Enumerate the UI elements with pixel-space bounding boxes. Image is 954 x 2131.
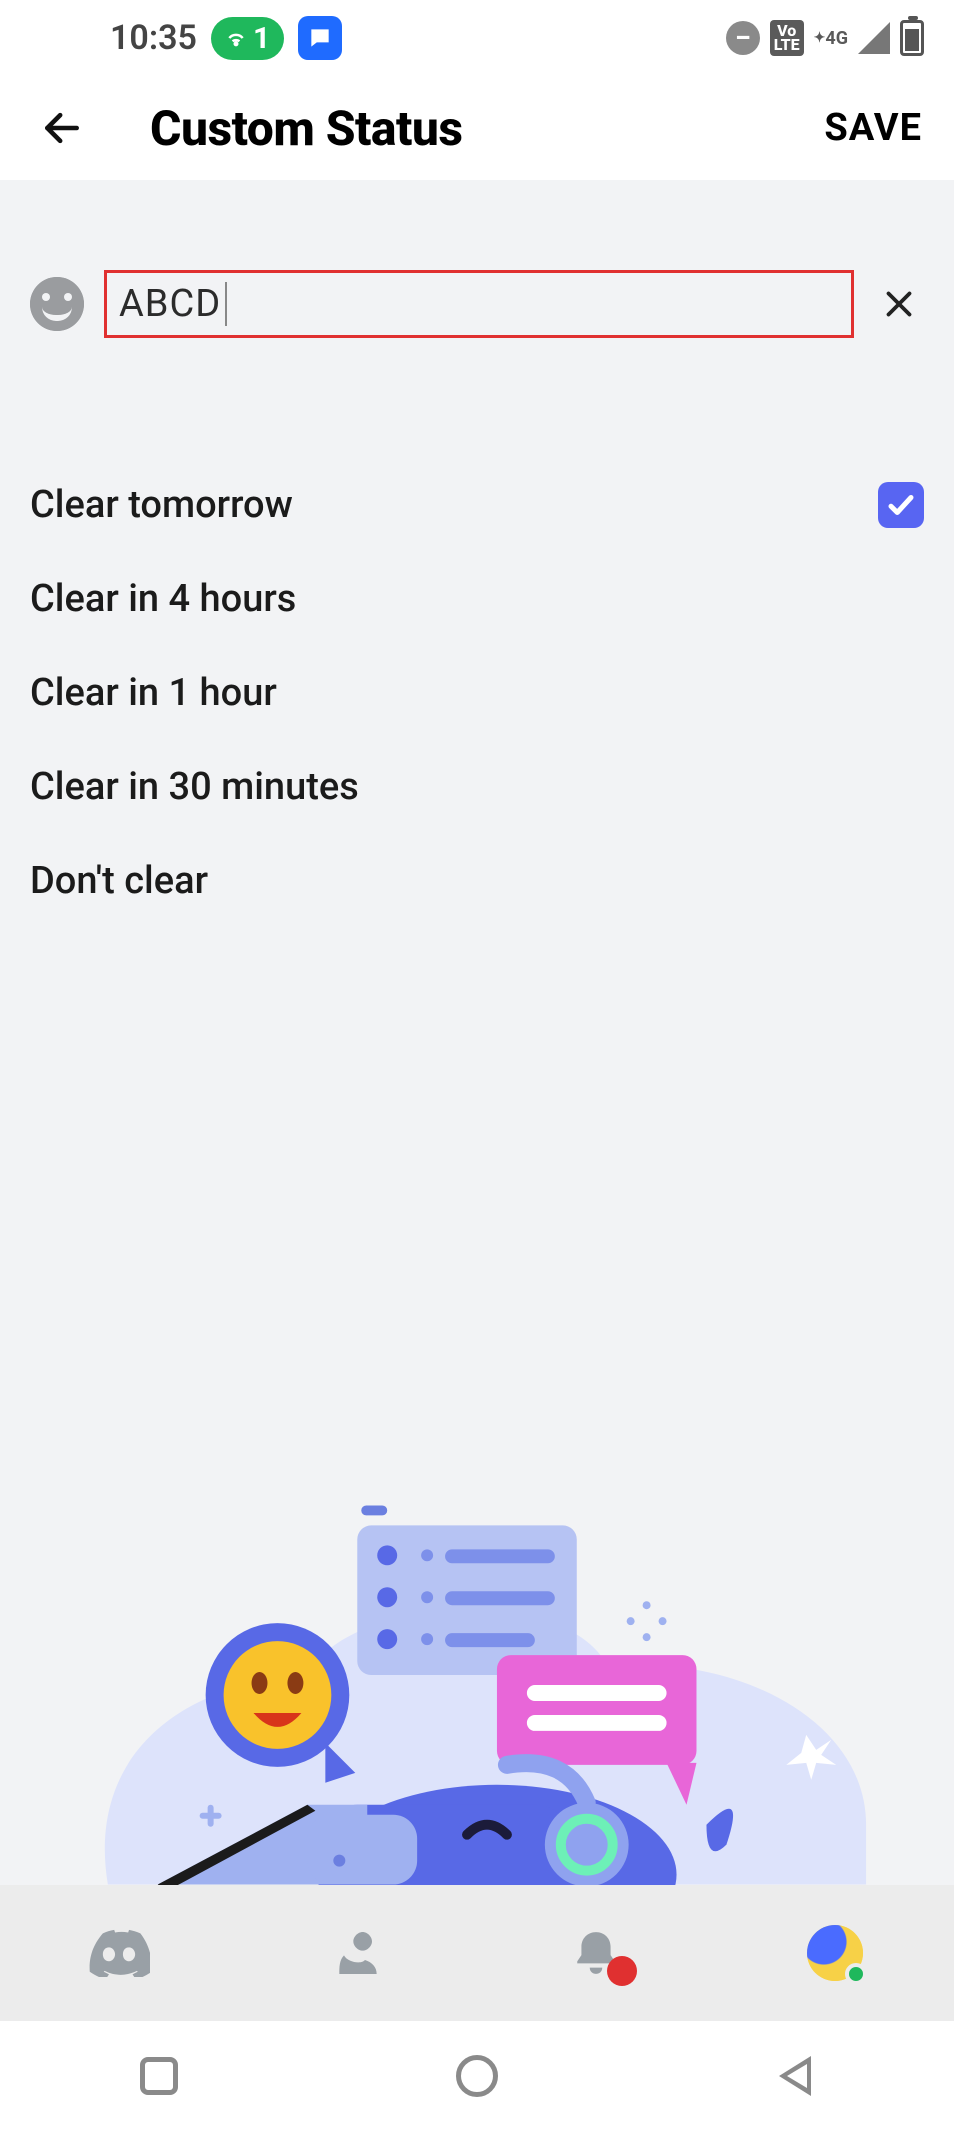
network-4g: ✦4G xyxy=(814,28,848,49)
nav-discord-logo[interactable] xyxy=(84,1918,154,1988)
notification-badge xyxy=(607,1956,637,1986)
avatar xyxy=(807,1925,863,1981)
status-input-row: ABCD xyxy=(0,180,954,338)
body-area: ABCD Clear tomorrow Clear in 4 hours Cle… xyxy=(0,180,954,1885)
dnd-icon: – xyxy=(726,21,760,55)
clear-option-label: Clear in 1 hour xyxy=(30,671,277,715)
android-system-nav xyxy=(0,2021,954,2131)
signal-icon xyxy=(858,22,890,54)
nav-notifications[interactable] xyxy=(561,1918,631,1988)
clear-options-list: Clear tomorrow Clear in 4 hours Clear in… xyxy=(0,338,954,928)
clear-option-label: Clear in 30 minutes xyxy=(30,765,359,809)
status-illustration xyxy=(48,1505,906,1885)
volte-icon: Vo LTE xyxy=(770,20,804,56)
emoji-picker-button[interactable] xyxy=(30,277,84,331)
android-status-bar: 10:35 1 – Vo LTE ✦4G xyxy=(0,0,954,76)
sys-home-button[interactable] xyxy=(452,2051,502,2101)
battery-icon xyxy=(900,20,924,56)
discord-notif-icon xyxy=(298,16,342,60)
save-button[interactable]: SAVE xyxy=(824,106,922,150)
app-header: Custom Status SAVE xyxy=(0,76,954,180)
text-cursor xyxy=(225,282,227,326)
nav-friends[interactable] xyxy=(323,1918,393,1988)
illustration-wrap xyxy=(0,928,954,1885)
page-title: Custom Status xyxy=(150,100,463,157)
bottom-nav xyxy=(0,1885,954,2021)
clear-option-30-minutes[interactable]: Clear in 30 minutes xyxy=(30,740,924,834)
clear-option-label: Clear in 4 hours xyxy=(30,577,296,621)
hotspot-indicator: 1 xyxy=(211,17,284,60)
clear-option-dont-clear[interactable]: Don't clear xyxy=(30,834,924,928)
presence-online-icon xyxy=(845,1963,867,1985)
status-time: 10:35 xyxy=(110,18,197,58)
clear-option-label: Clear tomorrow xyxy=(30,483,293,527)
sys-recent-button[interactable] xyxy=(134,2051,184,2101)
clear-option-1-hour[interactable]: Clear in 1 hour xyxy=(30,646,924,740)
clear-option-tomorrow[interactable]: Clear tomorrow xyxy=(30,458,924,552)
hotspot-count: 1 xyxy=(253,21,270,56)
checkbox-checked-icon xyxy=(878,482,924,528)
clear-input-button[interactable] xyxy=(874,279,924,329)
status-text-input[interactable]: ABCD xyxy=(104,270,854,338)
clear-option-4-hours[interactable]: Clear in 4 hours xyxy=(30,552,924,646)
sys-back-button[interactable] xyxy=(770,2051,820,2101)
nav-profile[interactable] xyxy=(800,1918,870,1988)
status-text-value: ABCD xyxy=(119,282,221,326)
clear-option-label: Don't clear xyxy=(30,859,208,903)
back-button[interactable] xyxy=(32,98,92,158)
